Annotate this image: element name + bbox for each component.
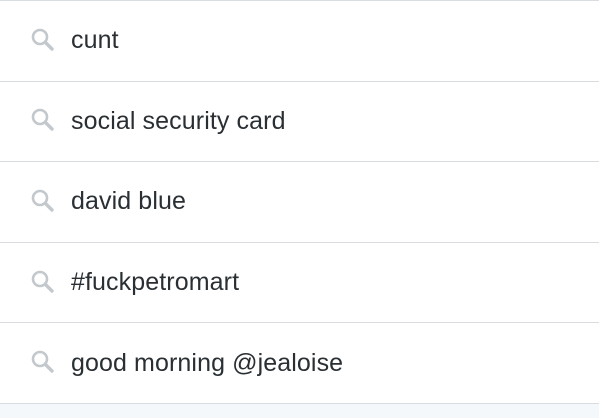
list-footer [0,404,599,418]
search-suggestion-label: good morning @jealoise [71,348,344,377]
search-suggestion-row[interactable]: #fuckpetromart [0,243,599,324]
search-icon [31,350,54,373]
search-icon [31,109,54,132]
search-suggestion-label: cunt [71,26,119,55]
search-suggestion-row[interactable]: david blue [0,162,599,243]
search-icon [31,189,54,212]
search-suggestion-label: social security card [71,106,286,135]
recent-searches-list: cunt social security card david blue #fu… [0,0,599,404]
search-suggestion-label: #fuckpetromart [71,268,240,297]
search-icon [31,28,54,51]
search-suggestion-row[interactable]: social security card [0,82,599,163]
search-suggestion-row[interactable]: cunt [0,1,599,82]
search-suggestion-label: david blue [71,187,186,216]
search-icon [31,270,54,293]
search-suggestion-row[interactable]: good morning @jealoise [0,323,599,404]
